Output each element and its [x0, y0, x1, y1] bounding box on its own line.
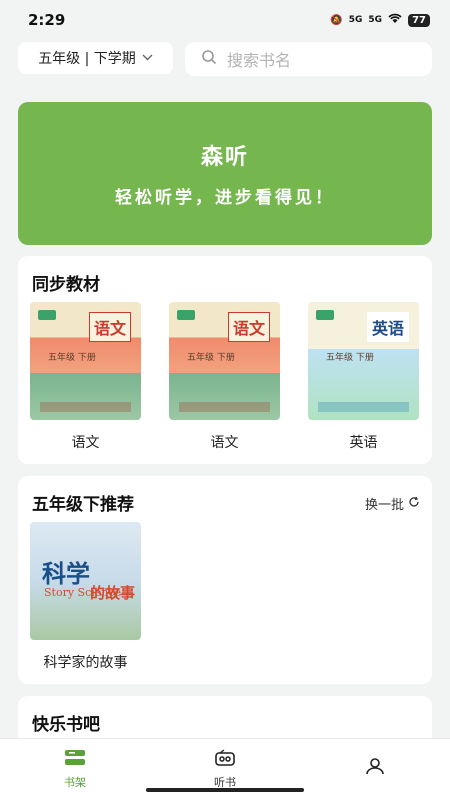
search-placeholder: 搜索书名 [227, 51, 292, 70]
status-icons: 🔕 5G 5G 77 [330, 13, 430, 27]
mute-icon: 🔕 [330, 14, 343, 26]
status-bar: 2:29 🔕 5G 5G 77 [0, 0, 450, 40]
book-item[interactable]: 科学 Story Science 的故事 科学家的故事 [30, 522, 141, 672]
refresh-label: 换一批 [364, 498, 404, 513]
sync-textbooks-section: 同步教材 语文 五年级 下册 语文 语文 五年级 下册 语文 英语 五年级 下册… [18, 256, 432, 464]
cover-grade: 五年级 下册 [48, 353, 96, 363]
banner[interactable]: 森听 轻松听学，进步看得见！ [18, 102, 432, 245]
battery-icon: 77 [408, 13, 430, 27]
cover-title: 语文 [227, 312, 270, 342]
bottom-nav: 书架 听书 [0, 738, 450, 800]
book-cover: 英语 五年级 下册 [308, 302, 419, 420]
book-item[interactable]: 英语 五年级 下册 英语 [308, 302, 419, 452]
cover-illustration [40, 402, 131, 412]
book-cover: 语文 五年级 下册 [30, 302, 141, 420]
cover-subtitle-cn: 的故事 [90, 584, 136, 602]
profile-icon [364, 757, 386, 778]
search-icon [201, 49, 217, 69]
book-item[interactable]: 语文 五年级 下册 语文 [30, 302, 141, 452]
refresh-icon [408, 496, 420, 512]
section-title: 快乐书吧 [32, 715, 100, 735]
recommend-section: 五年级下推荐 换一批 科学 Story Science 的故事 科学家的故事 [18, 476, 432, 684]
grade-select-label: 五年级 | 下学期 [38, 51, 136, 67]
book-cover: 科学 Story Science 的故事 [30, 522, 141, 640]
book-label: 英语 [349, 435, 378, 451]
cover-title: 英语 [366, 312, 409, 342]
refresh-button[interactable]: 换一批 [365, 494, 420, 513]
book-cover: 语文 五年级 下册 [169, 302, 280, 420]
book-item[interactable]: 语文 五年级 下册 语文 [169, 302, 280, 452]
bookshelf-icon [64, 749, 86, 770]
search-input[interactable]: 搜索书名 [185, 42, 432, 76]
banner-title: 森听 [200, 145, 249, 170]
banner-subtitle: 轻松听学，进步看得见！ [115, 188, 335, 208]
nav-item-bookshelf[interactable]: 书架 [0, 739, 150, 800]
cover-illustration [318, 402, 409, 412]
publisher-logo [316, 310, 334, 320]
cover-title: 语文 [88, 312, 131, 342]
book-label: 语文 [210, 435, 239, 451]
section-title: 同步教材 [32, 275, 100, 295]
nav-item-profile[interactable] [300, 739, 450, 800]
publisher-logo [177, 310, 195, 320]
cover-grade: 五年级 下册 [326, 353, 374, 363]
wifi-icon [388, 13, 402, 27]
signal-icon: 5G [368, 15, 383, 25]
status-time: 2:29 [28, 11, 66, 29]
chevron-down-icon [142, 53, 153, 64]
radio-icon [214, 749, 236, 770]
book-label: 语文 [71, 435, 100, 451]
top-row: 五年级 | 下学期 搜索书名 [18, 42, 432, 76]
section-title: 五年级下推荐 [32, 495, 134, 515]
book-list: 语文 五年级 下册 语文 语文 五年级 下册 语文 英语 五年级 下册 英语 [30, 302, 419, 452]
publisher-logo [38, 310, 56, 320]
cover-illustration [179, 402, 270, 412]
cover-title: 科学 [42, 559, 90, 588]
home-indicator[interactable] [146, 788, 304, 792]
cover-grade: 五年级 下册 [187, 353, 235, 363]
grade-select[interactable]: 五年级 | 下学期 [18, 42, 173, 74]
signal-icon: 5G [348, 15, 363, 25]
book-label: 科学家的故事 [43, 655, 128, 671]
nav-label: 书架 [64, 776, 86, 789]
